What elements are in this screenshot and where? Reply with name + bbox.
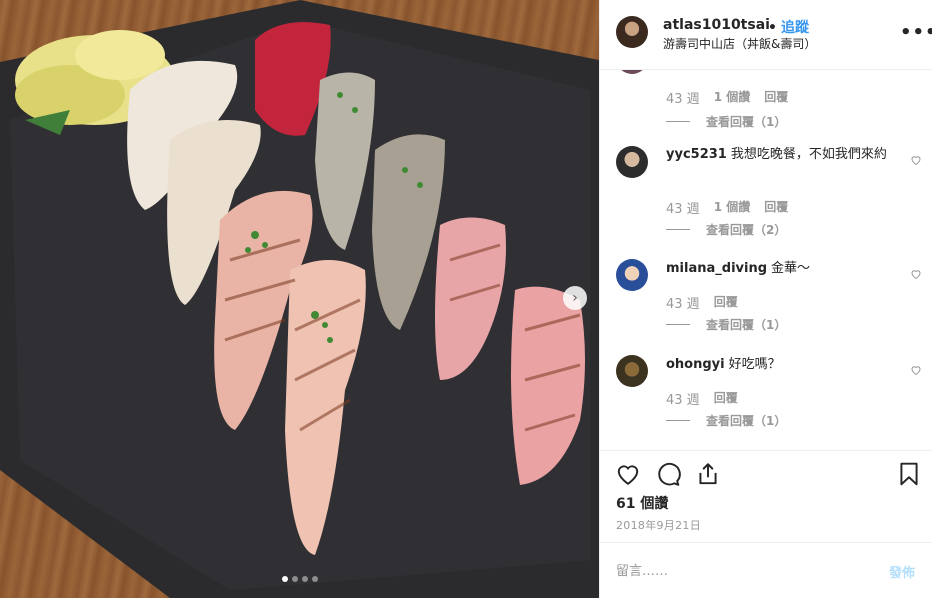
comment-meta: 43 週 回覆 [666,389,738,408]
carousel-dot [311,576,318,582]
comment-meta: 43 週 1 個讚 回覆 [666,198,788,217]
separator-dot: • [768,20,777,36]
comment-time[interactable]: 43 週 [666,389,700,408]
commenter-avatar[interactable] [616,259,648,291]
replies-divider [666,420,690,421]
comment-text: milana_diving 金華～ [666,260,888,278]
like-heart-icon[interactable] [615,461,641,487]
comment-body: 金華～ [771,261,811,276]
commenter-avatar[interactable] [616,355,648,387]
reply-button[interactable]: 回覆 [714,293,738,312]
view-replies-button[interactable]: 查看回覆（1） [666,113,786,130]
view-replies-button[interactable]: 查看回覆（2） [666,221,786,238]
author-username[interactable]: atlas1010tsai [663,17,770,33]
comment-meta: 43 週 回覆 [666,293,738,312]
more-options-icon[interactable]: ••• [900,22,932,43]
post-date[interactable]: 2018年9月21日 [616,517,701,533]
post-detail-panel: atlas1010tsai •追蹤 游壽司中山店（丼飯&壽司） ••• 43 週… [599,0,932,598]
view-replies-label: 查看回覆（2） [706,223,787,237]
comment-meta: 43 週 1 個讚 回覆 [666,88,788,107]
post-location[interactable]: 游壽司中山店（丼飯&壽司） [663,35,816,52]
bookmark-icon[interactable] [896,461,922,487]
post-photo: › [0,0,599,598]
comments-list[interactable]: 43 週 1 個讚 回覆 查看回覆（1） yyc5231 我想吃晚餐，不如我們來約… [600,70,932,450]
view-replies-button[interactable]: 查看回覆（1） [666,412,786,429]
sushi-plate-image [0,0,599,598]
carousel-indicator [0,576,599,582]
reply-button[interactable]: 回覆 [764,198,788,217]
like-comment-heart-icon[interactable] [910,364,922,376]
follow-button[interactable]: 追蹤 [781,20,809,36]
reply-button[interactable]: 回覆 [764,88,788,107]
comment-time[interactable]: 43 週 [666,198,700,217]
carousel-dot [281,576,288,582]
chevron-right-icon: › [572,290,578,306]
replies-divider [666,121,690,122]
comment-bubble-icon[interactable] [655,461,681,487]
view-replies-label: 查看回覆（1） [706,115,787,129]
commenter-avatar[interactable] [616,70,648,74]
comment-time[interactable]: 43 週 [666,293,700,312]
follow-group: • 追蹤 [768,17,809,37]
comment-text: yyc5231 我想吃晚餐，不如我們來約 [666,146,888,164]
commenter-username[interactable]: milana_diving [666,261,767,276]
carousel-dot [301,576,308,582]
comment-input[interactable] [616,560,866,582]
comment-likes[interactable]: 1 個讚 [714,88,751,107]
reply-button[interactable]: 回覆 [714,389,738,408]
post-header: atlas1010tsai •追蹤 游壽司中山店（丼飯&壽司） ••• [600,0,932,70]
view-replies-label: 查看回覆（1） [706,318,787,332]
replies-divider [666,324,690,325]
carousel-dot [291,576,298,582]
comment-composer: 發佈 [600,542,932,598]
post-like-count[interactable]: 61 個讚 [616,493,668,513]
replies-divider [666,229,690,230]
view-replies-button[interactable]: 查看回覆（1） [666,316,786,333]
commenter-username[interactable]: yyc5231 [666,147,727,162]
like-comment-heart-icon[interactable] [910,268,922,280]
commenter-username[interactable]: ohongyi [666,357,725,372]
author-avatar[interactable] [616,16,648,48]
comment-time[interactable]: 43 週 [666,88,700,107]
like-comment-heart-icon[interactable] [910,154,922,166]
comment-body: 我想吃晚餐，不如我們來約 [730,147,887,162]
comment-likes[interactable]: 1 個讚 [714,198,751,217]
share-upload-icon[interactable] [695,461,721,487]
view-replies-label: 查看回覆（1） [706,414,787,428]
commenter-avatar[interactable] [616,146,648,178]
comment-text: ohongyi 好吃嗎？ [666,356,888,374]
comment-body: 好吃嗎？ [728,357,781,372]
post-comment-button[interactable]: 發佈 [889,562,915,581]
carousel-next-button[interactable]: › [563,286,587,310]
